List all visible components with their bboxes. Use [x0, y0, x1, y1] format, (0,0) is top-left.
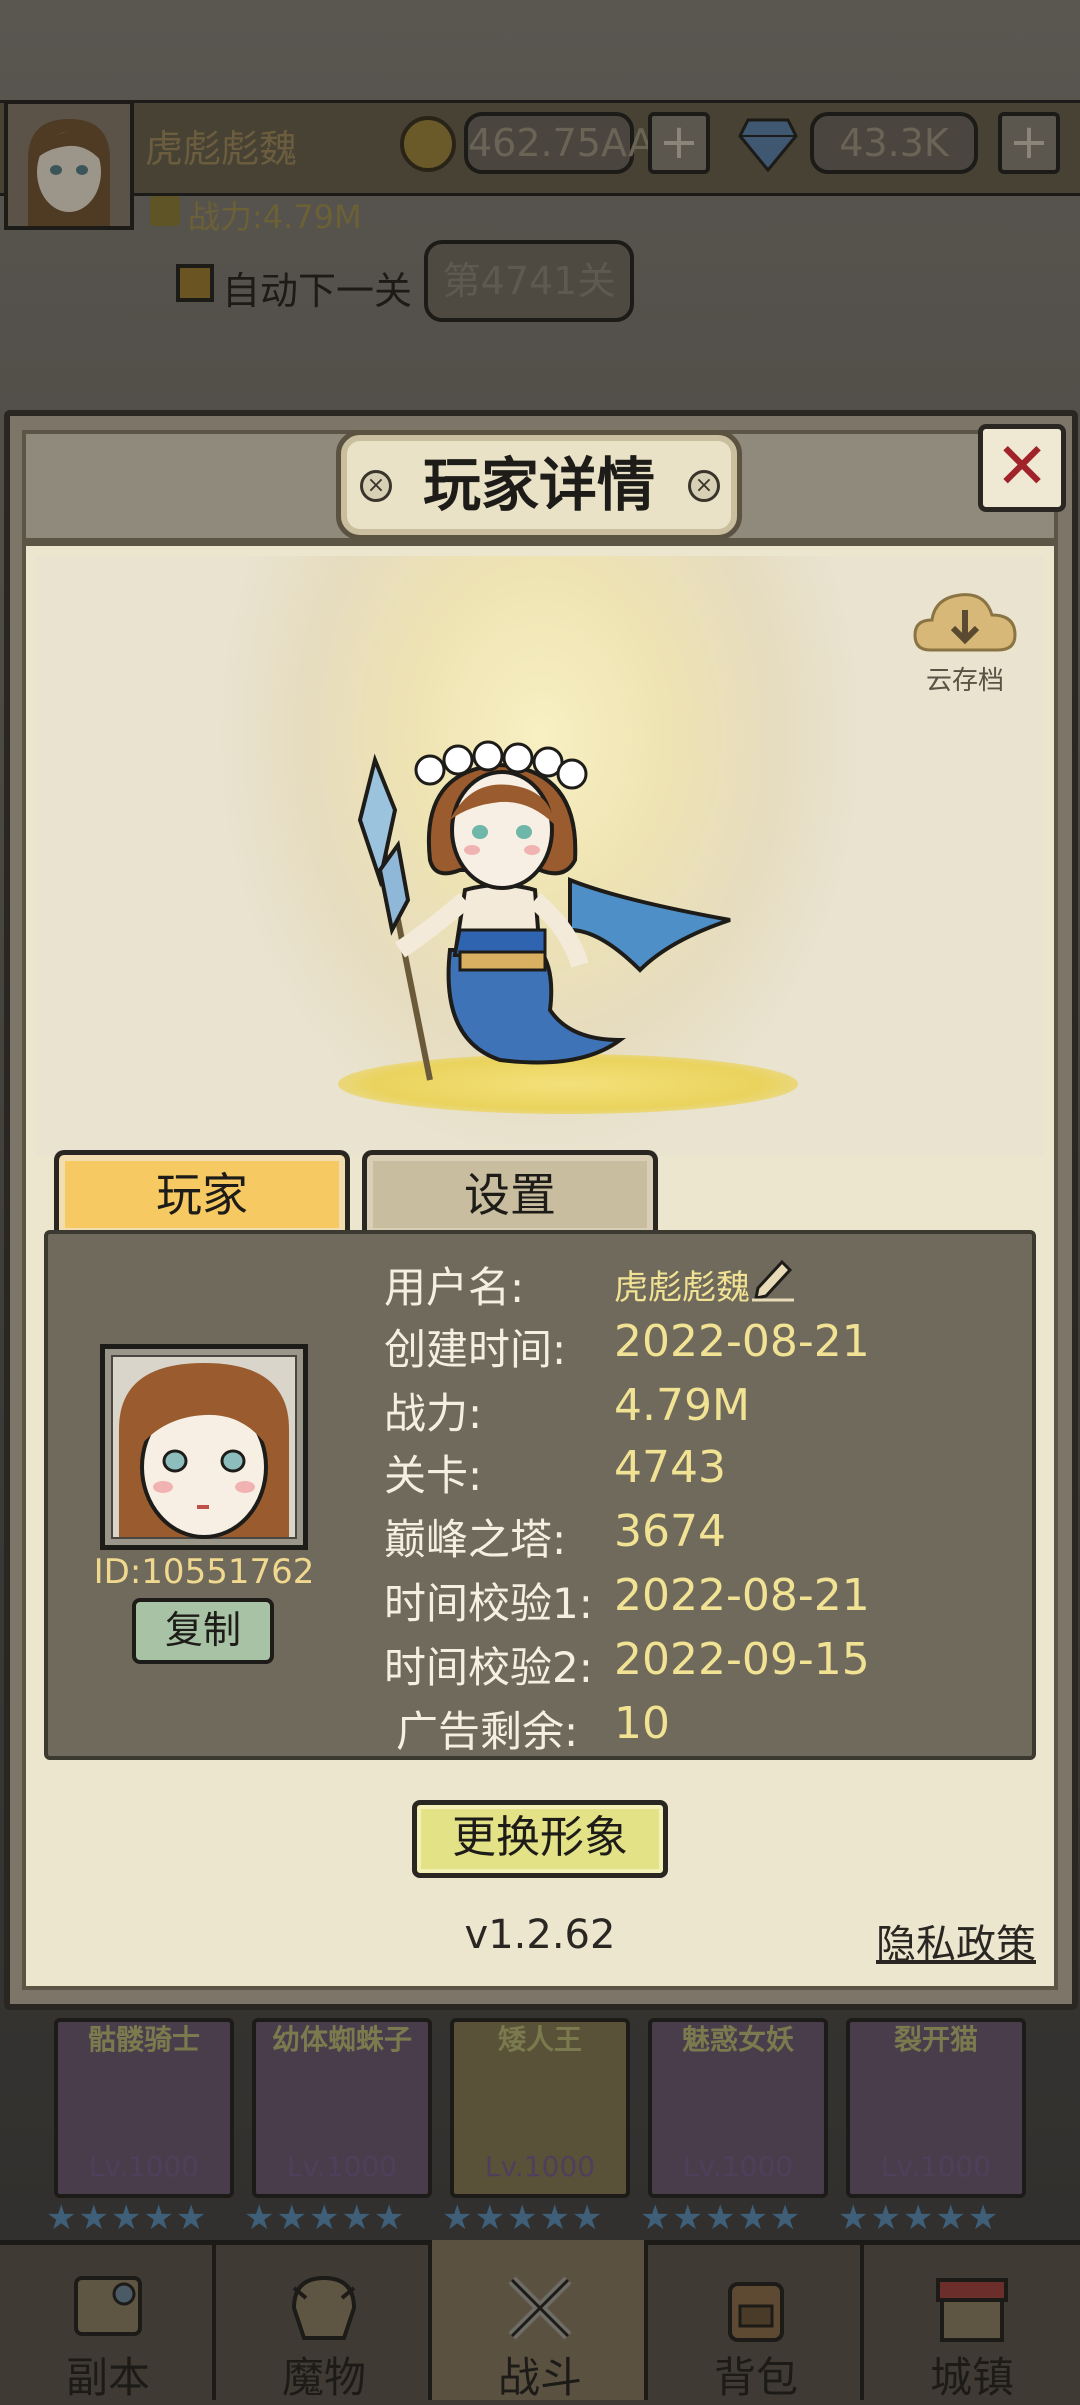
map-icon	[74, 2276, 142, 2336]
info-value-ads: 10	[614, 1698, 670, 1749]
add-gems-button[interactable]: +	[998, 112, 1060, 174]
star-rating-icon: ★★★★★	[244, 2198, 407, 2238]
nav-label: 城镇	[929, 2353, 1014, 2402]
power-icon	[150, 196, 180, 226]
coin-icon	[400, 116, 456, 172]
info-value-timecheck1: 2022-08-21	[614, 1570, 870, 1621]
hero-card-level: Lv.1000	[88, 2150, 200, 2183]
player-id: ID:10551762	[93, 1552, 315, 1592]
modal-title: 玩家详情	[422, 451, 655, 519]
nav-label: 魔物	[281, 2353, 366, 2402]
auto-next-label: 自动下一关	[222, 269, 413, 313]
character-mermaid-icon	[357, 740, 731, 1081]
privacy-policy-link[interactable]: 隐私政策	[876, 1912, 1036, 1970]
player-face-icon	[113, 1357, 295, 1539]
info-value-stage: 4743	[614, 1442, 726, 1493]
nav-label: 战斗	[497, 2353, 582, 2402]
close-icon: ✕	[995, 430, 1049, 504]
gems-display: 43.3K	[810, 112, 978, 174]
info-value-created: 2022-08-21	[614, 1316, 870, 1367]
star-rating-icon: ★★★★★	[46, 2198, 209, 2238]
power-display-top: 战力:4.79M	[188, 198, 362, 236]
tab-settings[interactable]: 设置	[362, 1150, 658, 1234]
cloud-save-label: 云存档	[925, 666, 1004, 696]
info-value-power: 4.79M	[614, 1380, 750, 1431]
change-avatar-button[interactable]: 更换形象	[412, 1800, 668, 1878]
hero-card-name: 幼体蜘蛛子	[271, 2023, 412, 2056]
hero-card-name: 裂开猫	[893, 2023, 978, 2056]
town-icon	[936, 2278, 1008, 2342]
copy-id-button[interactable]: 复制	[132, 1598, 274, 1664]
star-rating-icon: ★★★★★	[838, 2198, 1001, 2238]
hero-card-name: 魅惑女妖	[681, 2023, 794, 2056]
swords-icon	[508, 2276, 572, 2340]
info-value-username: 虎彪彪魏	[614, 1268, 750, 1308]
nav-label: 背包	[713, 2353, 798, 2402]
info-label-timecheck2: 时间校验2:	[384, 1643, 593, 1692]
player-avatar-small[interactable]	[4, 100, 134, 230]
close-button[interactable]: ✕	[978, 424, 1066, 512]
info-label-username: 用户名:	[384, 1263, 525, 1312]
info-label-stage: 关卡:	[384, 1451, 483, 1500]
player-avatar-large	[100, 1344, 308, 1550]
info-label-ads: 广告剩余:	[396, 1707, 579, 1756]
add-coins-button[interactable]: +	[648, 112, 710, 174]
info-label-created: 创建时间:	[384, 1325, 567, 1374]
tab-player[interactable]: 玩家	[54, 1150, 350, 1234]
info-value-tower: 3674	[614, 1506, 726, 1557]
hero-card-level: Lv.1000	[880, 2150, 992, 2183]
hero-card-name: 矮人王	[497, 2023, 582, 2056]
info-label-power: 战力:	[384, 1389, 483, 1438]
coins-display: 462.75AA	[464, 112, 654, 174]
info-label-timecheck1: 时间校验1:	[384, 1579, 593, 1628]
player-portrait-icon	[8, 104, 130, 226]
hero-card-level: Lv.1000	[682, 2150, 794, 2183]
backpack-icon	[728, 2282, 784, 2342]
stage-button[interactable]: 第4741关	[424, 240, 634, 322]
auto-next-checkbox[interactable]	[176, 264, 214, 302]
info-value-timecheck2: 2022-09-15	[614, 1634, 870, 1685]
hero-card-level: Lv.1000	[484, 2150, 596, 2183]
star-rating-icon: ★★★★★	[640, 2198, 803, 2238]
gem-icon	[738, 118, 798, 172]
monster-icon	[291, 2275, 357, 2340]
star-rating-icon: ★★★★★	[442, 2198, 605, 2238]
version-text: v1.2.62	[464, 1912, 616, 1958]
nav-label: 副本	[65, 2353, 150, 2402]
hero-card-level: Lv.1000	[286, 2150, 398, 2183]
hero-card-name: 骷髅骑士	[87, 2023, 200, 2056]
info-label-tower: 巅峰之塔:	[384, 1515, 567, 1564]
player-name-top: 虎彪彪魏	[145, 127, 298, 171]
edit-name-icon[interactable]	[748, 1252, 798, 1302]
